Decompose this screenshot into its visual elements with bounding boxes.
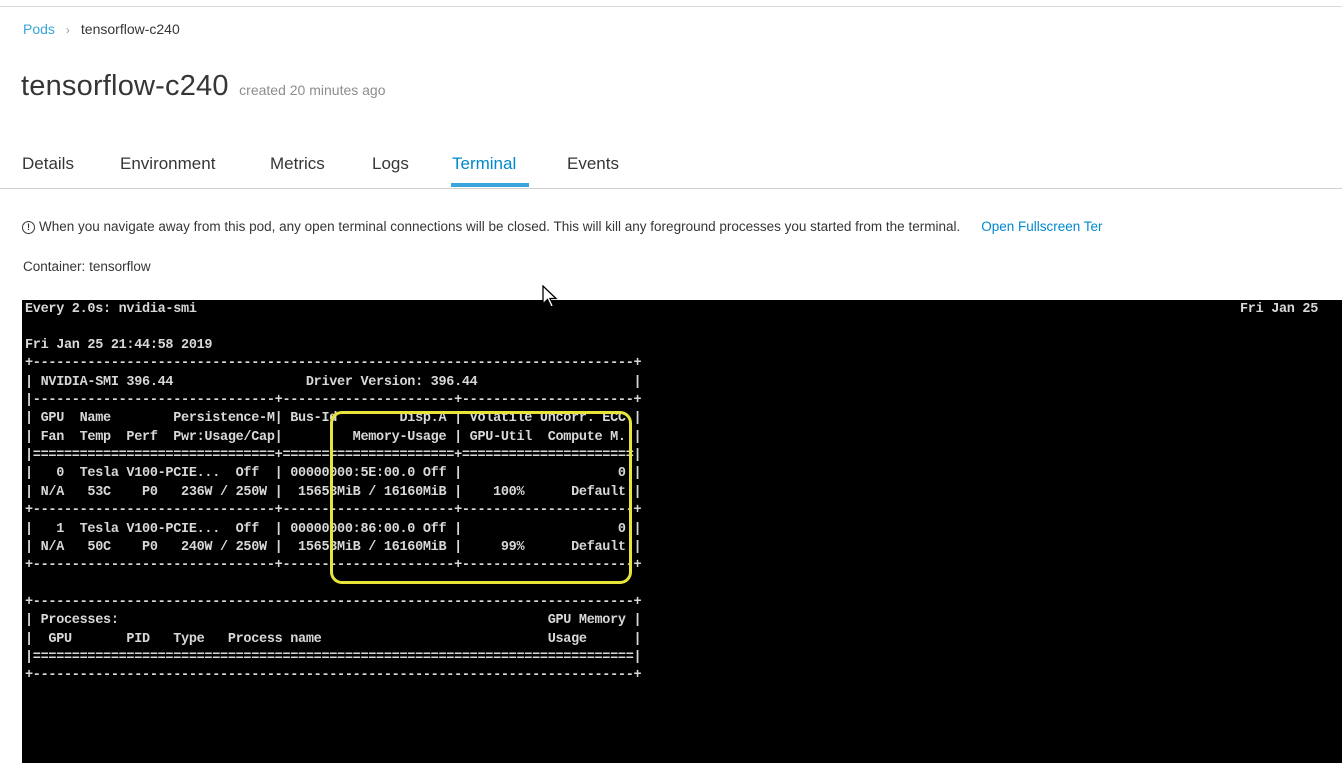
tab-terminal[interactable]: Terminal (452, 154, 516, 174)
active-tab-indicator (451, 183, 529, 187)
tab-details[interactable]: Details (22, 154, 74, 174)
breadcrumb: Pods › tensorflow-c240 (23, 21, 180, 37)
terminal-header-right: Fri Jan 25 (1240, 302, 1319, 317)
tab-bar: Details Environment Metrics Logs Termina… (0, 146, 1342, 189)
terminal-line: +---------------------------------------… (25, 594, 642, 610)
gpu-util-highlight-box (330, 411, 632, 584)
container-value[interactable]: tensorflow (89, 259, 151, 274)
breadcrumb-link-pods[interactable]: Pods (23, 21, 55, 37)
terminal-line: | Processes: GPU Memory | (25, 613, 642, 629)
terminal-line: +---------------------------------------… (25, 668, 642, 684)
terminal-line: |-------------------------------+-------… (25, 393, 642, 409)
terminal-line: +---------------------------------------… (25, 356, 642, 372)
info-icon: ! (22, 221, 35, 234)
mouse-cursor-icon (542, 285, 558, 308)
tab-metrics[interactable]: Metrics (270, 154, 325, 174)
breadcrumb-current: tensorflow-c240 (80, 21, 180, 37)
container-label: Container: (23, 259, 86, 274)
pod-created-meta: created 20 minutes ago (239, 82, 386, 98)
terminal-header-left: Every 2.0s: nvidia-smi (25, 302, 197, 317)
terminal-window[interactable]: Every 2.0s: nvidia-smi Fri Jan 25 Fri Ja… (22, 300, 1342, 763)
container-selector: Container: tensorflow (23, 259, 151, 274)
terminal-notice: ! When you navigate away from this pod, a… (22, 219, 1103, 234)
page-title: tensorflow-c240 created 20 minutes ago (21, 70, 386, 103)
pod-name: tensorflow-c240 (21, 70, 229, 102)
terminal-line: | NVIDIA-SMI 396.44 Driver Version: 396.… (25, 374, 642, 390)
terminal-line: | GPU PID Type Process name Usage | (25, 631, 642, 647)
terminal-line: Fri Jan 25 21:44:58 2019 (25, 338, 213, 353)
notice-text: When you navigate away from this pod, an… (39, 219, 961, 234)
breadcrumb-separator-icon: › (65, 23, 70, 37)
top-divider (0, 6, 1342, 7)
tab-environment[interactable]: Environment (120, 154, 215, 174)
tab-logs[interactable]: Logs (372, 154, 409, 174)
open-fullscreen-terminal-link[interactable]: Open Fullscreen Ter (981, 219, 1102, 234)
tab-events[interactable]: Events (567, 154, 619, 174)
terminal-line: |=======================================… (25, 649, 642, 665)
